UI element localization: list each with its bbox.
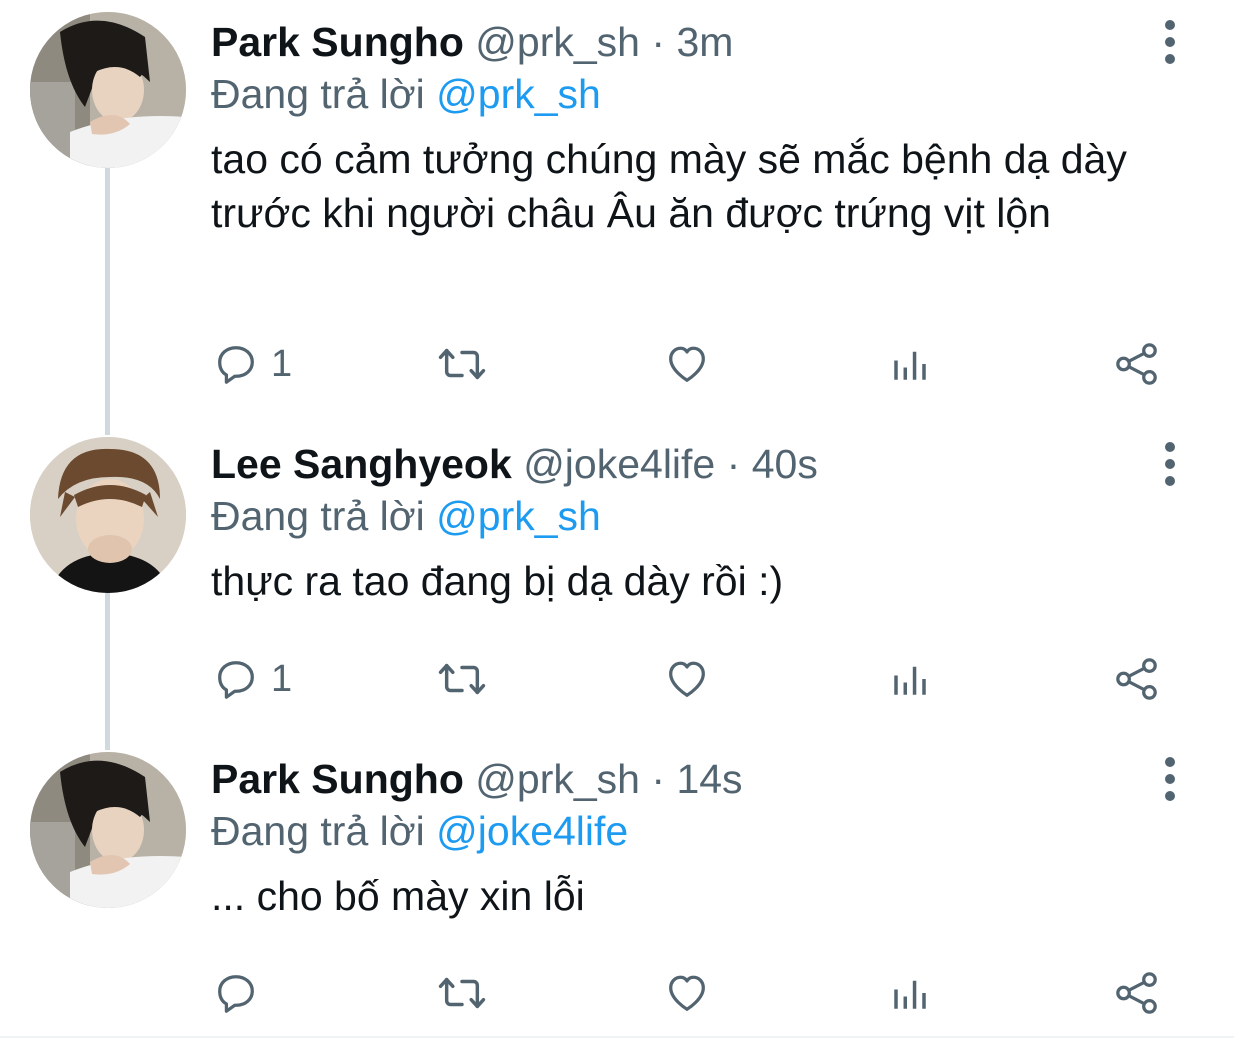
tweet-text: ... cho bố mày xin lỗi xyxy=(211,873,585,919)
more-options-button[interactable] xyxy=(1150,16,1190,68)
replying-to-label: Đang trả lời xyxy=(211,808,425,854)
more-dot xyxy=(1165,37,1175,47)
more-options-button[interactable] xyxy=(1150,753,1190,805)
avatar-photo xyxy=(30,752,186,908)
like-button[interactable] xyxy=(663,651,711,707)
reply-icon xyxy=(218,975,254,1013)
timestamp[interactable]: 3m xyxy=(676,19,733,65)
retweet-icon xyxy=(438,663,486,695)
more-vertical-icon xyxy=(1165,20,1175,30)
tweet-header: Park Sungho @prk_sh · 3m xyxy=(211,16,1174,68)
tweet-text: thực ra tao đang bị dạ dày rồi :) xyxy=(211,558,784,604)
more-dot xyxy=(1165,54,1175,64)
retweet-button[interactable] xyxy=(437,651,487,707)
analytics-icon xyxy=(894,666,926,695)
tweet-actions xyxy=(211,965,1171,1021)
analytics-icon xyxy=(894,351,926,380)
share-button[interactable] xyxy=(1113,965,1161,1021)
replying-to: Đang trả lời @prk_sh xyxy=(211,68,1174,120)
retweet-icon xyxy=(438,977,486,1009)
replying-to-mention[interactable]: @prk_sh xyxy=(436,493,601,539)
heart-icon xyxy=(669,661,705,697)
separator-dot: · xyxy=(651,19,666,65)
retweet-button[interactable] xyxy=(437,336,487,392)
thread-connector xyxy=(105,593,110,750)
replying-to: Đang trả lời @joke4life xyxy=(211,805,1174,857)
replying-to: Đang trả lời @prk_sh xyxy=(211,490,1174,542)
timestamp[interactable]: 40s xyxy=(752,441,818,487)
tweet-header: Park Sungho @prk_sh · 14s xyxy=(211,753,1174,805)
replying-to-label: Đang trả lời xyxy=(211,71,425,117)
views-button[interactable] xyxy=(889,336,931,392)
separator-dot: · xyxy=(726,441,741,487)
replying-to-mention[interactable]: @prk_sh xyxy=(436,71,601,117)
tweet-text: tao có cảm tưởng chúng mày sẽ mắc bệnh d… xyxy=(211,136,1127,236)
display-name[interactable]: Park Sungho xyxy=(211,19,464,65)
views-button[interactable] xyxy=(889,651,931,707)
timestamp[interactable]: 14s xyxy=(676,756,742,802)
like-button[interactable] xyxy=(663,336,711,392)
analytics-icon xyxy=(894,980,926,1009)
share-button[interactable] xyxy=(1113,336,1161,392)
share-icon xyxy=(1116,972,1157,1014)
more-options-button[interactable] xyxy=(1150,438,1190,490)
avatar[interactable] xyxy=(30,752,186,908)
user-handle[interactable]: @prk_sh xyxy=(475,19,640,65)
user-handle[interactable]: @joke4life xyxy=(523,441,715,487)
display-name[interactable]: Park Sungho xyxy=(211,756,464,802)
retweet-icon xyxy=(438,348,486,380)
replying-to-mention[interactable]: @joke4life xyxy=(436,808,628,854)
avatar-photo xyxy=(30,437,186,593)
divider xyxy=(0,1036,1234,1038)
tweet-actions: 1 xyxy=(211,651,1171,707)
more-dot xyxy=(1165,476,1175,486)
user-handle[interactable]: @prk_sh xyxy=(475,756,640,802)
more-vertical-icon xyxy=(1165,442,1175,452)
more-dot xyxy=(1165,791,1175,801)
avatar[interactable] xyxy=(30,437,186,593)
views-button[interactable] xyxy=(889,965,931,1021)
more-vertical-icon xyxy=(1165,757,1175,767)
reply-button[interactable]: 1 xyxy=(213,336,292,392)
like-button[interactable] xyxy=(663,965,711,1021)
reply-button[interactable]: 1 xyxy=(213,651,292,707)
reply-icon xyxy=(218,346,254,384)
thread-connector xyxy=(105,145,110,435)
avatar[interactable] xyxy=(30,12,186,168)
share-icon xyxy=(1116,343,1157,385)
separator-dot: · xyxy=(651,756,666,802)
retweet-button[interactable] xyxy=(437,965,487,1021)
more-dot xyxy=(1165,459,1175,469)
reply-count: 1 xyxy=(271,342,293,385)
tweet-actions: 1 xyxy=(211,336,1171,392)
tweet-header: Lee Sanghyeok @joke4life · 40s xyxy=(211,438,1174,490)
heart-icon xyxy=(669,975,705,1011)
reply-count: 1 xyxy=(271,657,293,700)
replying-to-label: Đang trả lời xyxy=(211,493,425,539)
share-icon xyxy=(1116,658,1157,700)
avatar-photo xyxy=(30,12,186,168)
display-name[interactable]: Lee Sanghyeok xyxy=(211,441,512,487)
share-button[interactable] xyxy=(1113,651,1161,707)
reply-button[interactable] xyxy=(213,965,271,1021)
heart-icon xyxy=(669,346,705,382)
more-dot xyxy=(1165,774,1175,784)
reply-icon xyxy=(218,661,254,699)
